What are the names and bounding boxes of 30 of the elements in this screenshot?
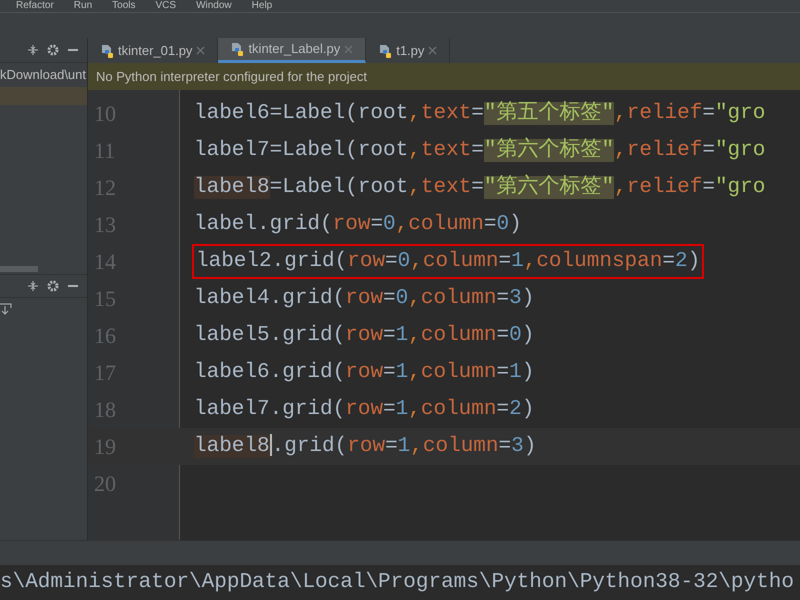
code-line: label7=Label(root,text="第六个标签",relief="gro (194, 136, 766, 164)
settings-icon[interactable] (47, 44, 59, 56)
code-line: label6=Label(root,text="第五个标签",relief="gro (194, 100, 766, 127)
scrollbar[interactable] (0, 266, 38, 272)
download-icon[interactable] (0, 303, 12, 315)
menu-item[interactable]: Refactor (16, 1, 54, 11)
menu-item[interactable]: Tools (112, 1, 136, 11)
python-file-icon (230, 42, 244, 56)
tab-label: tkinter_01.py (118, 42, 192, 60)
code-line: label4.grid(row=0,column=3) (194, 286, 534, 312)
warning-banner: No Python interpreter configured for the project (88, 63, 800, 90)
collapse-icon[interactable] (27, 280, 39, 292)
file-tab[interactable]: tkinter_Label.py (218, 38, 366, 63)
project-path[interactable]: kDownload\unt (0, 63, 87, 87)
menu-item[interactable]: VCS (156, 1, 176, 11)
code-line: label7.grid(row=1,column=2) (194, 396, 534, 423)
code-line: label.grid(row=0,column=0) (194, 212, 522, 238)
tab-label: tkinter_Label.py (248, 40, 340, 58)
python-file-icon (100, 44, 114, 58)
python-file-icon (378, 44, 392, 58)
menu-item[interactable]: Window (196, 1, 232, 11)
collapse-icon[interactable] (27, 44, 39, 56)
menu-item[interactable]: Run (74, 1, 92, 11)
tab-label: t1.py (396, 42, 424, 60)
menu-item[interactable]: Help (252, 1, 272, 11)
code-line: label8=Label(root,text="第六个标签",relief="gro (194, 173, 766, 201)
code-line: label8.grid(row=1,column=3) (194, 433, 536, 460)
settings-icon[interactable] (47, 280, 59, 292)
code-line: label5.grid(row=1,column=0) (194, 322, 534, 349)
code-line: label6.grid(row=1,column=1) (194, 360, 534, 386)
